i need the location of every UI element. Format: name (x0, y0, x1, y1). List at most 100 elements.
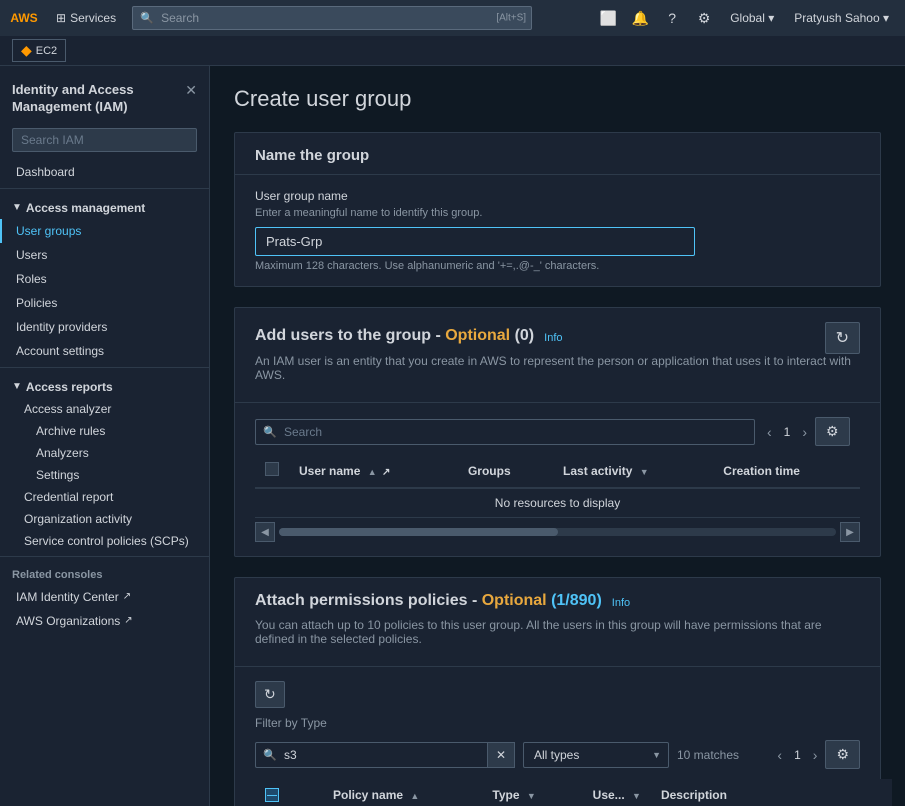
select-all-policies-checkbox[interactable]: — (265, 788, 279, 802)
prev-page-button[interactable]: ‹ (763, 422, 776, 442)
sidebar-item-aws-organizations[interactable]: AWS Organizations ↗ (0, 609, 209, 633)
prev-policy-page-button[interactable]: ‹ (773, 745, 786, 765)
main-content: Create user group Name the group User gr… (210, 66, 905, 806)
users-search-container[interactable]: 🔍 (255, 419, 755, 445)
attach-policies-header: Attach permissions policies - Optional (… (235, 578, 880, 667)
second-navigation: ◆ EC2 (0, 36, 905, 66)
users-pagination: ‹ 1 › ⚙ (763, 417, 850, 446)
grid-icon: ⊞ (56, 11, 66, 25)
next-page-button[interactable]: › (798, 422, 811, 442)
add-users-card-header: Add users to the group - Optional (0) In… (235, 308, 880, 403)
attach-policies-info[interactable]: Info (612, 597, 630, 609)
users-horizontal-scroll[interactable]: ◀ ▶ (255, 522, 860, 542)
services-button[interactable]: ⊞ Services (48, 7, 124, 29)
use-header[interactable]: Use... ▼ (583, 779, 651, 806)
sidebar-search-input[interactable] (12, 128, 197, 152)
sidebar-item-users[interactable]: Users (0, 243, 209, 267)
cloud-shell-icon[interactable]: ⬜ (594, 4, 622, 32)
scroll-right-button[interactable]: ▶ (840, 522, 860, 542)
global-region-button[interactable]: Global ▾ (722, 7, 782, 29)
sidebar-title: Identity and Access Management (IAM) (12, 82, 185, 116)
select-all-policies-header[interactable]: — (255, 779, 289, 806)
sidebar-search-container[interactable] (0, 124, 209, 160)
sidebar-item-dashboard[interactable]: Dashboard (0, 160, 209, 184)
aws-logo[interactable]: AWS (8, 6, 40, 30)
help-icon[interactable]: ? (658, 4, 686, 32)
external-link-icon: ↗ (123, 591, 131, 602)
refresh-policies-button[interactable]: ↻ (255, 681, 285, 708)
search-input[interactable] (132, 6, 532, 30)
creation-time-header[interactable]: Creation time (713, 454, 860, 488)
search-icon-policies: 🔍 (263, 748, 277, 761)
policies-pagination: ‹ 1 › ⚙ (773, 740, 860, 769)
group-name-label: User group name (255, 189, 860, 203)
sidebar-divider-2 (0, 367, 209, 368)
no-resources-text: No resources to display (255, 488, 860, 518)
current-page: 1 (780, 423, 795, 441)
filter-label: Filter by Type (255, 716, 327, 730)
groups-header[interactable]: Groups (458, 454, 553, 488)
policies-table: — Policy name ▲ Type ▼ (255, 779, 892, 806)
users-search-input[interactable] (255, 419, 755, 445)
last-activity-header[interactable]: Last activity ▼ (553, 454, 713, 488)
sidebar-item-iam-identity-center[interactable]: IAM Identity Center ↗ (0, 585, 209, 609)
sidebar-item-credential-report[interactable]: Credential report (0, 486, 209, 508)
sort-icon-2: ▼ (640, 467, 649, 477)
policy-search-input[interactable] (255, 742, 488, 768)
type-header[interactable]: Type ▼ (482, 779, 582, 806)
chevron-down-icon-2: ▼ (12, 381, 22, 392)
bell-icon[interactable]: 🔔 (626, 4, 654, 32)
name-group-card-header: Name the group (235, 133, 880, 175)
sidebar-item-scps[interactable]: Service control policies (SCPs) (0, 530, 209, 552)
attach-policies-description: You can attach up to 10 policies to this… (255, 618, 860, 646)
select-all-header[interactable] (255, 454, 289, 488)
add-users-info[interactable]: Info (544, 332, 562, 344)
add-users-description: An IAM user is an entity that you create… (255, 354, 860, 382)
sidebar: Identity and Access Management (IAM) ✕ D… (0, 66, 210, 806)
settings-icon[interactable]: ⚙ (690, 4, 718, 32)
sidebar-item-organization-activity[interactable]: Organization activity (0, 508, 209, 530)
sidebar-item-policies[interactable]: Policies (0, 291, 209, 315)
attach-policies-title: Attach permissions policies - Optional (… (255, 592, 602, 610)
sidebar-item-analyzers[interactable]: Analyzers (0, 442, 209, 464)
next-policy-page-button[interactable]: › (809, 745, 822, 765)
sidebar-item-roles[interactable]: Roles (0, 267, 209, 291)
ec2-nav-item[interactable]: ◆ EC2 (12, 39, 66, 62)
page-title: Create user group (234, 86, 881, 112)
policy-table-settings-button[interactable]: ⚙ (825, 740, 860, 769)
policy-sort-icon: ▲ (410, 791, 419, 801)
type-filter-wrapper[interactable]: All types AWS managed Customer managed J… (523, 742, 669, 768)
sidebar-item-analyzer-settings[interactable]: Settings (0, 464, 209, 486)
table-settings-button[interactable]: ⚙ (815, 417, 850, 446)
scroll-left-button[interactable]: ◀ (255, 522, 275, 542)
description-header: Description (651, 779, 892, 806)
sidebar-item-archive-rules[interactable]: Archive rules (0, 420, 209, 442)
sidebar-divider (0, 188, 209, 189)
external-link-icon-2: ↗ (124, 615, 132, 626)
sidebar-item-identity-providers[interactable]: Identity providers (0, 315, 209, 339)
name-group-card: Name the group User group name Enter a m… (234, 132, 881, 287)
group-name-input[interactable] (255, 227, 695, 256)
type-filter-select[interactable]: All types AWS managed Customer managed J… (523, 742, 669, 768)
username-header[interactable]: User name ▲ ↗ (289, 454, 458, 488)
policy-current-page: 1 (790, 746, 805, 764)
policy-search-container[interactable]: 🔍 ✕ (255, 742, 515, 768)
policy-name-header[interactable]: Policy name ▲ (323, 779, 482, 806)
sidebar-section-access-reports[interactable]: ▼ Access reports (0, 372, 209, 398)
ec2-icon: ◆ (21, 42, 32, 59)
select-all-checkbox[interactable] (265, 462, 279, 476)
refresh-users-button[interactable]: ↻ (825, 322, 860, 354)
sidebar-section-access-management[interactable]: ▼ Access management (0, 193, 209, 219)
sidebar-item-access-analyzer[interactable]: Access analyzer (0, 398, 209, 420)
sidebar-item-user-groups[interactable]: User groups (0, 219, 209, 243)
search-icon: 🔍 (140, 12, 154, 25)
sidebar-item-account-settings[interactable]: Account settings (0, 339, 209, 363)
global-search[interactable]: 🔍 [Alt+S] (132, 6, 532, 30)
add-users-title: Add users to the group - Optional (0) (255, 327, 534, 345)
external-link-icon-header: ↗ (382, 467, 390, 478)
close-icon[interactable]: ✕ (185, 82, 197, 99)
matches-count: 10 matches (677, 748, 739, 762)
user-menu-button[interactable]: Pratyush Sahoo ▾ (786, 7, 897, 29)
nav-icons: ⬜ 🔔 ? ⚙ Global ▾ Pratyush Sahoo ▾ (594, 4, 897, 32)
clear-search-button[interactable]: ✕ (488, 742, 515, 768)
